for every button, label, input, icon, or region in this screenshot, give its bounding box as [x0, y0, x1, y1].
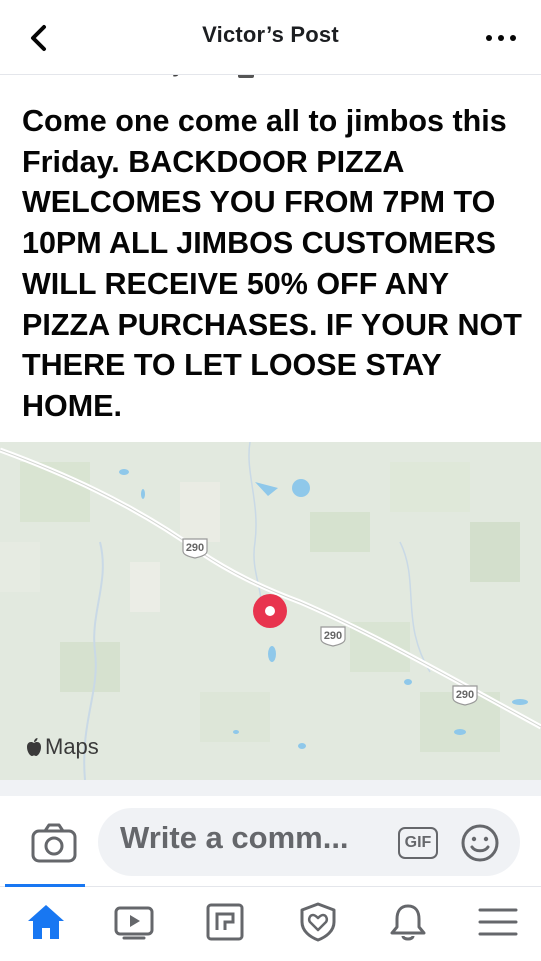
more-horizontal-icon[interactable]	[483, 26, 519, 50]
smiley-icon[interactable]	[460, 823, 500, 863]
section-divider	[0, 780, 541, 796]
location-pin-icon[interactable]	[252, 593, 288, 629]
shield-heart-icon[interactable]	[296, 900, 340, 944]
route-shield: 290	[450, 684, 480, 706]
maps-attribution-text: Maps	[45, 734, 99, 759]
top-bar: Victor’s Post	[0, 0, 541, 75]
active-tab-indicator	[5, 884, 85, 887]
post-body-text: Come one come all to jimbos this Friday.…	[22, 104, 522, 423]
menu-icon[interactable]	[476, 900, 520, 944]
bottom-tab-bar	[0, 886, 541, 961]
route-shield: 290	[180, 537, 210, 559]
bell-icon[interactable]	[386, 900, 430, 944]
gif-button[interactable]: GIF	[398, 827, 438, 859]
pages-flag-icon[interactable]	[203, 900, 247, 944]
camera-icon[interactable]	[30, 822, 78, 864]
home-icon[interactable]	[24, 900, 68, 944]
page-title: Victor’s Post	[202, 22, 339, 47]
comment-placeholder: Write a comm...	[120, 820, 349, 855]
maps-attribution[interactable]: Maps	[25, 734, 99, 760]
video-icon[interactable]	[112, 900, 156, 944]
apple-logo-icon	[27, 738, 41, 756]
route-shield: 290	[318, 625, 348, 647]
